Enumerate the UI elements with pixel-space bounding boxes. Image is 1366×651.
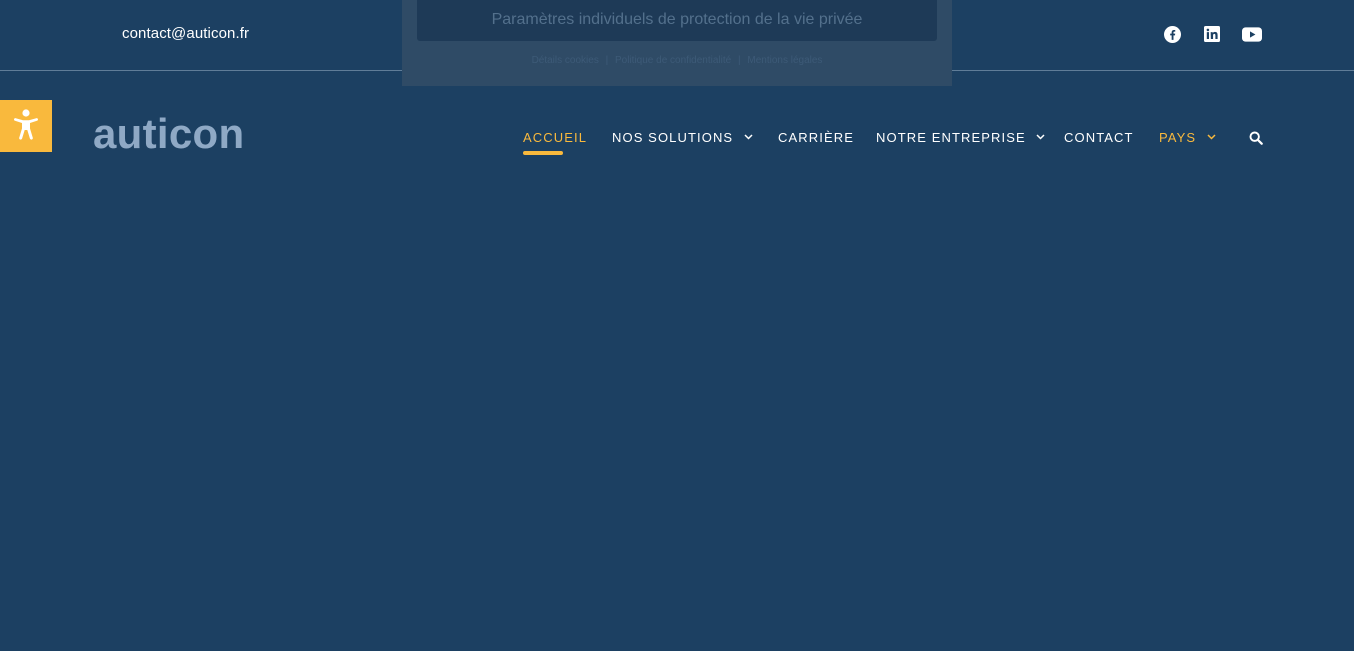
cookie-link-separator: | [737,55,741,66]
nav-item-nos-solutions[interactable]: NOS SOLUTIONS [612,128,753,146]
nav-item-label: CONTACT [1064,129,1134,145]
cookie-link-separator: | [605,55,609,66]
nav-item-notre-entreprise[interactable]: NOTRE ENTREPRISE [876,128,1046,146]
nav-item-contact[interactable]: CONTACT [1064,128,1134,146]
nav-item-label: ACCUEIL [523,129,588,145]
nav-item-pays[interactable]: PAYS [1159,128,1216,146]
nav-item-label: PAYS [1159,129,1197,145]
cookie-consent-panel: Paramètres individuels de protection de … [402,0,952,86]
page: contact@auticon.fr Paramètres individuel… [0,0,1366,651]
scrollbar[interactable] [1354,0,1366,651]
nav-item-label: NOS SOLUTIONS [612,129,734,145]
main-navigation: ACCUEIL NOS SOLUTIONS CARRIÈRE NOTRE ENT… [0,128,1354,152]
nav-item-label: CARRIÈRE [778,129,854,145]
chevron-down-icon [743,132,753,142]
cookie-links: Détails cookies | Politique de confident… [402,55,952,66]
nav-item-accueil[interactable]: ACCUEIL [523,128,587,146]
privacy-settings-button-label: Paramètres individuels de protection de … [491,11,863,28]
legal-notice-link[interactable]: Mentions légales [745,55,824,66]
contact-email-link[interactable]: contact@auticon.fr [122,25,249,42]
chevron-down-icon [1206,132,1216,142]
nav-item-carriere[interactable]: CARRIÈRE [778,128,854,146]
privacy-settings-button[interactable]: Paramètres individuels de protection de … [417,0,937,41]
cookie-details-link[interactable]: Détails cookies [530,55,601,66]
facebook-icon[interactable] [1162,24,1182,44]
chevron-down-icon [1036,132,1046,142]
search-icon[interactable] [1248,130,1264,146]
linkedin-icon[interactable] [1202,24,1222,44]
youtube-icon[interactable] [1242,24,1262,44]
nav-item-label: NOTRE ENTREPRISE [876,129,1026,145]
privacy-policy-link[interactable]: Politique de confidentialité [613,55,733,66]
active-nav-indicator [523,151,563,155]
